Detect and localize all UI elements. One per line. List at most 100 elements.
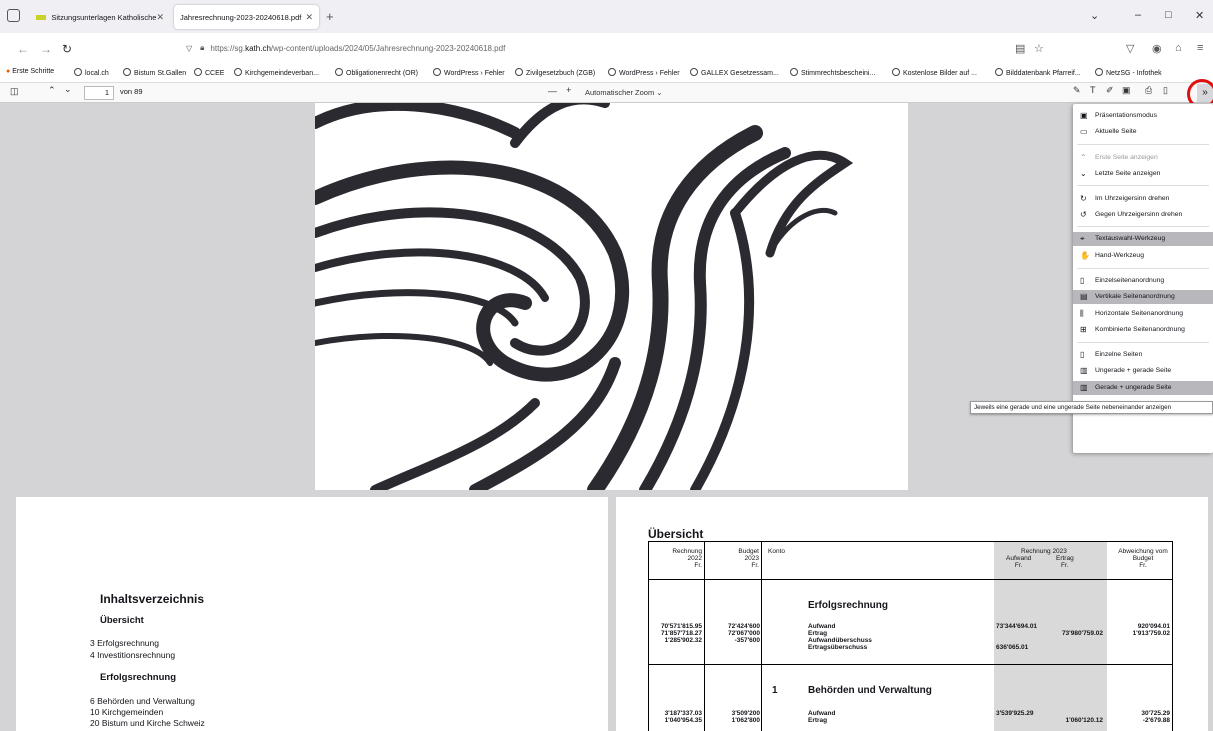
- page-single-icon: ▯: [1080, 276, 1085, 285]
- page-count: von 89: [120, 87, 143, 96]
- menu-item-rotate-cw[interactable]: ↻ Im Uhrzeigersinn drehen: [1073, 192, 1213, 206]
- bookmark-item[interactable]: NetzSG - Infothek: [1095, 68, 1162, 77]
- new-tab-button[interactable]: +: [326, 9, 334, 24]
- col-header: Aufwand Fr.: [1006, 555, 1032, 569]
- bookmark-item[interactable]: Stimmrechtsbescheini...: [790, 68, 875, 77]
- menu-item-horizontal-scroll[interactable]: ⫼ Horizontale Seitenanordnung: [1073, 307, 1213, 321]
- cell: 70'571'815.95 71'857'718.27 1'285'902.32: [660, 623, 702, 644]
- bookmark-label: Obligationenrecht (OR): [346, 70, 418, 77]
- menu-icon[interactable]: ≡: [1197, 42, 1203, 54]
- tab-jahresrechnung[interactable]: Jahresrechnung-2023-20240618.pdf ✕: [174, 5, 319, 29]
- bookmark-item[interactable]: Bistum St.Gallen: [123, 68, 186, 77]
- horizontal-scroll-icon: ⫼: [1080, 309, 1084, 318]
- bookmark-item[interactable]: GALLEX Gesetzessam...: [690, 68, 779, 77]
- col-header: Budget 2023 Fr.: [738, 548, 759, 569]
- cell: 72'424'600 72'067'000 -357'600: [727, 623, 760, 644]
- menu-item-odd-spreads[interactable]: ▥ Ungerade + gerade Seite: [1073, 364, 1213, 378]
- menu-item-current-page[interactable]: ▭ Aktuelle Seite: [1073, 125, 1213, 139]
- globe-icon: [335, 68, 343, 76]
- bookmark-item[interactable]: CCEE: [194, 68, 224, 77]
- bookmark-star-icon[interactable]: ☆: [1034, 42, 1044, 55]
- reader-view-icon[interactable]: ▤: [1015, 42, 1025, 55]
- bookmark-label: WordPress › Fehler: [619, 70, 680, 77]
- menu-item-no-spreads[interactable]: ▯ Einzelne Seiten: [1073, 348, 1213, 362]
- highlight-icon[interactable]: ✎: [1073, 85, 1081, 96]
- lock-icon: 🔒︎: [200, 43, 205, 52]
- globe-icon: [433, 68, 441, 76]
- bookmark-item[interactable]: WordPress › Fehler: [433, 68, 505, 77]
- zoom-select[interactable]: Automatischer Zoom ⌄: [579, 85, 679, 101]
- folder-icon: [36, 14, 47, 20]
- cell: Aufwand Ertrag: [808, 710, 836, 724]
- menu-item-wrapped-scroll[interactable]: ⊞ Kombinierte Seitenanordnung: [1073, 323, 1213, 337]
- menu-item-last-page[interactable]: ⌄ Letzte Seite anzeigen: [1073, 167, 1213, 181]
- maximize-button[interactable]: □: [1165, 9, 1172, 21]
- bookmark-item[interactable]: WordPress › Fehler: [608, 68, 680, 77]
- list-all-tabs-icon[interactable]: ⌄: [1090, 9, 1099, 22]
- chevron-down-icon: ⌄: [656, 88, 663, 97]
- save-icon[interactable]: ▯: [1163, 85, 1168, 96]
- extensions-icon[interactable]: ⌂: [1175, 42, 1182, 54]
- bookmark-item[interactable]: Zivilgesetzbuch (ZGB): [515, 68, 595, 77]
- pocket-icon[interactable]: ▽: [1126, 42, 1134, 55]
- draw-icon[interactable]: ✐: [1106, 85, 1114, 96]
- menu-item-hand-tool[interactable]: ✋ Hand-Werkzeug: [1073, 249, 1213, 263]
- previous-page-icon[interactable]: ⌃: [48, 85, 56, 96]
- pdf-page-cover: [315, 103, 908, 490]
- section-title: Erfolgsrechnung: [808, 600, 889, 611]
- bookmark-erste-schritte[interactable]: ● Erste Schritte: [6, 68, 54, 75]
- minimize-button[interactable]: –: [1135, 9, 1141, 21]
- presentation-icon: ▣: [1080, 111, 1088, 120]
- tooltip: Jeweils eine gerade und eine ungerade Se…: [970, 401, 1213, 414]
- menu-item-vertical-scroll[interactable]: ▤ Vertikale Seitenanordnung: [1073, 290, 1213, 304]
- forward-icon[interactable]: →: [40, 42, 52, 56]
- page-number-input[interactable]: 1: [84, 86, 114, 100]
- close-tab-icon[interactable]: ✕: [156, 12, 164, 23]
- bookmark-item[interactable]: Bilddatenbank Pfarreif...: [995, 68, 1081, 77]
- cell: Aufwand Ertrag Aufwandüberschuss Ertragsübe…: [808, 623, 872, 651]
- bookmark-label: local.ch: [85, 70, 109, 77]
- next-page-icon[interactable]: ⌄: [64, 84, 72, 95]
- back-icon[interactable]: ←: [17, 42, 29, 56]
- bookmark-label: Bistum St.Gallen: [134, 70, 187, 77]
- col-header: Rechnung 2022 Fr.: [672, 548, 702, 569]
- cell: 30'725.29 -2'679.88: [1141, 710, 1170, 724]
- menu-item-rotate-ccw[interactable]: ↺ Gegen Uhrzeigersinn drehen: [1073, 208, 1213, 222]
- text-icon[interactable]: T: [1090, 85, 1096, 95]
- bookmark-label: Kirchgemeindeverban...: [245, 70, 319, 77]
- menu-item-first-page[interactable]: ⌃ Erste Seite anzeigen: [1073, 151, 1213, 165]
- close-window-button[interactable]: ✕: [1195, 9, 1204, 22]
- sidebar-toggle-icon[interactable]: ◫: [10, 86, 19, 97]
- bookmark-item[interactable]: Kirchgemeindeverban...: [234, 68, 319, 77]
- ornament-graphic: [315, 103, 854, 490]
- close-tab-icon[interactable]: ✕: [305, 12, 313, 23]
- vertical-scroll-icon: ▤: [1080, 292, 1088, 301]
- bookmark-item[interactable]: local.ch: [74, 68, 109, 77]
- bookmark-label: Zivilgesetzbuch (ZGB): [526, 70, 596, 77]
- cell: 3'187'337.03 1'040'954.35: [664, 710, 702, 724]
- reload-icon[interactable]: ↻: [62, 42, 72, 56]
- cell: 73'344'694.01 636'065.01: [996, 623, 1038, 651]
- menu-item-even-spreads[interactable]: ▥ Gerade + ungerade Seite: [1073, 381, 1213, 395]
- rotate-ccw-icon: ↺: [1080, 210, 1087, 219]
- zoom-out-button[interactable]: —: [548, 86, 557, 96]
- tab-sitzungsunterlagen[interactable]: Sitzungsunterlagen Katholische ✕: [30, 5, 170, 29]
- bookmark-item[interactable]: Obligationenrecht (OR): [335, 68, 418, 77]
- menu-label: Gerade + ungerade Seite: [1095, 384, 1172, 391]
- tab-list-icon[interactable]: [7, 9, 20, 22]
- menu-item-presentation[interactable]: ▣ Präsentationsmodus: [1073, 109, 1213, 123]
- url-domain: kath.ch: [245, 43, 271, 53]
- menu-item-text-select[interactable]: ⌖ Textauswahl-Werkzeug: [1073, 232, 1213, 246]
- bookmark-label: Kostenlose Bilder auf ...: [903, 70, 977, 77]
- menu-label: Präsentationsmodus: [1095, 112, 1157, 119]
- globe-icon: [790, 68, 798, 76]
- bookmark-item[interactable]: Kostenlose Bilder auf ...: [892, 68, 977, 77]
- print-icon[interactable]: ⎙: [1145, 85, 1152, 96]
- zoom-in-button[interactable]: +: [566, 85, 571, 95]
- url-bar[interactable]: ▽ 🔒︎ https://sg. kath.ch/wp-content/uploa…: [186, 37, 886, 59]
- account-icon[interactable]: ◉: [1152, 42, 1162, 55]
- image-icon[interactable]: ▣: [1122, 85, 1131, 96]
- menu-label: Kombinierte Seitenanordnung: [1095, 326, 1185, 333]
- menu-item-page-single[interactable]: ▯ Einzelseitenanordnung: [1073, 274, 1213, 288]
- zoom-value: Automatischer Zoom: [585, 88, 655, 97]
